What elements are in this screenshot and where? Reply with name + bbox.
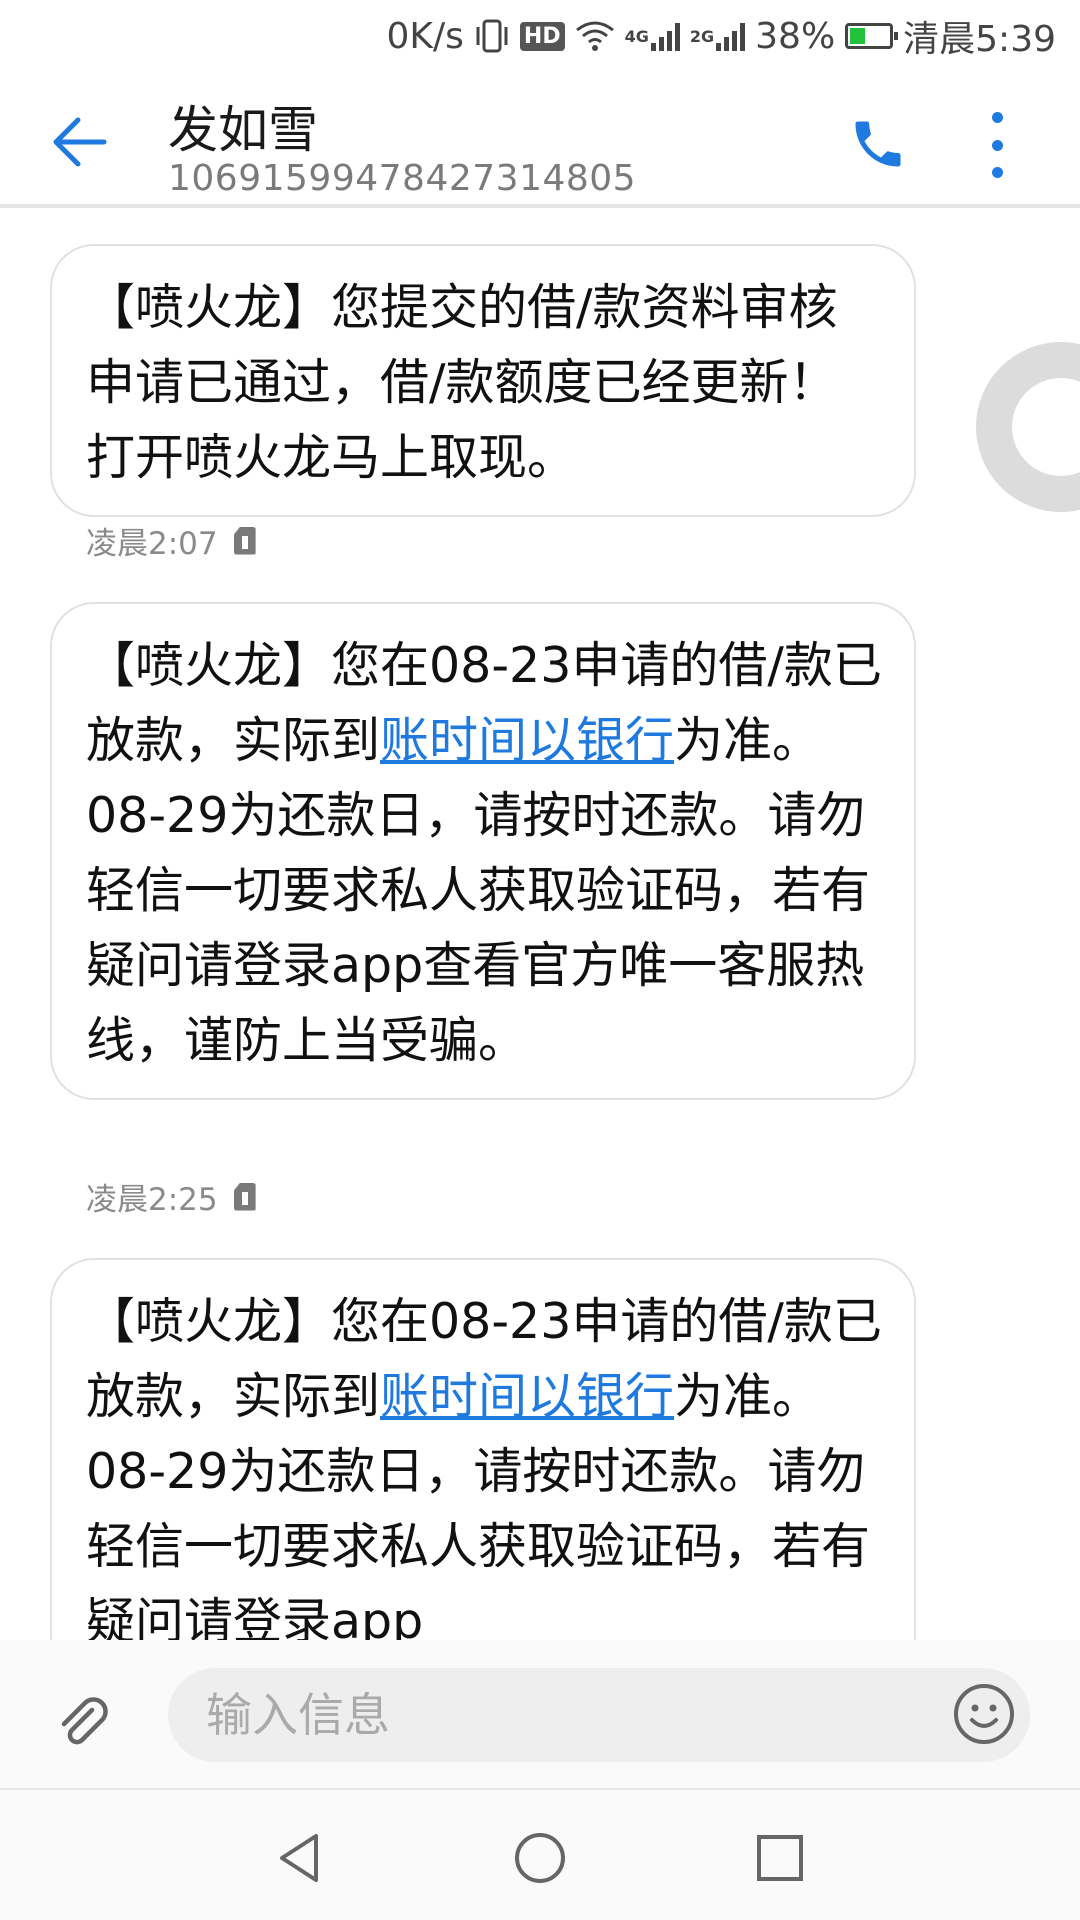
more-options-button[interactable]	[980, 112, 1014, 178]
message-timestamp: 凌晨2:25	[86, 1174, 256, 1219]
message-link[interactable]: 账时间以银行	[380, 712, 674, 769]
timestamp-text: 凌晨2:25	[86, 1182, 218, 1218]
net-speed: 0K/s	[386, 15, 464, 57]
emoji-button[interactable]	[952, 1682, 1016, 1746]
nav-home-icon	[515, 1833, 565, 1883]
timestamp-text: 凌晨2:07	[86, 526, 218, 562]
message-bubble[interactable]: 【喷火龙】您在08-23申请的借/款已放款，实际到账时间以银行为准。08-29为…	[50, 1258, 916, 1640]
back-button[interactable]	[50, 112, 120, 172]
signal-4g-icon: 4G	[625, 21, 680, 51]
attach-button[interactable]	[52, 1690, 112, 1750]
status-bar: 0K/s HD 4G 2G 38% 清晨5:39	[0, 0, 1080, 72]
nav-back-icon	[280, 1834, 318, 1882]
battery-icon	[845, 23, 899, 49]
signal-2g-icon: 2G	[689, 21, 746, 51]
net-2g-label: 2G	[689, 27, 715, 46]
sim-card-icon	[233, 526, 256, 555]
emoji-icon	[954, 1684, 1014, 1744]
nav-back-button[interactable]	[272, 1830, 328, 1886]
net-4g-label: 4G	[624, 27, 649, 46]
nav-home-button[interactable]	[512, 1830, 568, 1886]
phone-icon	[855, 121, 901, 167]
message-list[interactable]: 【喷火龙】您提交的借/款资料审核申请已通过，借/款额度已经更新！打开喷火龙马上取…	[0, 212, 1080, 1640]
hd-badge: HD	[519, 21, 565, 51]
conversation-header: 发如雪 1069159947842731480​5	[0, 72, 1080, 208]
contact-name: 发如雪	[168, 101, 318, 159]
call-button[interactable]	[848, 114, 908, 174]
battery-percent: 38%	[755, 15, 836, 57]
message-input[interactable]: 输入信息	[168, 1668, 1030, 1762]
wifi-icon	[575, 20, 615, 52]
paperclip-icon	[61, 1697, 108, 1745]
message-bubble[interactable]: 【喷火龙】您提交的借/款资料审核申请已通过，借/款额度已经更新！打开喷火龙马上取…	[50, 244, 916, 517]
input-placeholder: 输入信息	[206, 1688, 390, 1742]
clock: 清晨5:39	[903, 19, 1056, 60]
nav-recents-icon	[757, 1835, 803, 1881]
message-text: 【喷火龙】您提交的借/款资料审核申请已通过，借/款额度已经更新！打开喷火龙马上取…	[86, 279, 838, 486]
compose-bar: 输入信息	[0, 1640, 1080, 1790]
message-timestamp: 凌晨2:07	[86, 518, 256, 563]
scroll-indicator[interactable]	[976, 342, 1080, 512]
sim-card-icon	[233, 1182, 256, 1211]
message-bubble[interactable]: 【喷火龙】您在08-23申请的借/款已放款，实际到账时间以银行为准。08-29为…	[50, 602, 916, 1100]
message-link[interactable]: 账时间以银行	[380, 1368, 674, 1425]
vibrate-icon	[474, 19, 510, 53]
back-arrow-icon	[53, 117, 107, 167]
system-nav-bar	[0, 1790, 1080, 1920]
nav-recents-button[interactable]	[752, 1830, 808, 1886]
more-vert-icon	[991, 112, 1003, 123]
battery-fill	[850, 28, 865, 44]
contact-number: 1069159947842731480​5	[168, 158, 637, 199]
